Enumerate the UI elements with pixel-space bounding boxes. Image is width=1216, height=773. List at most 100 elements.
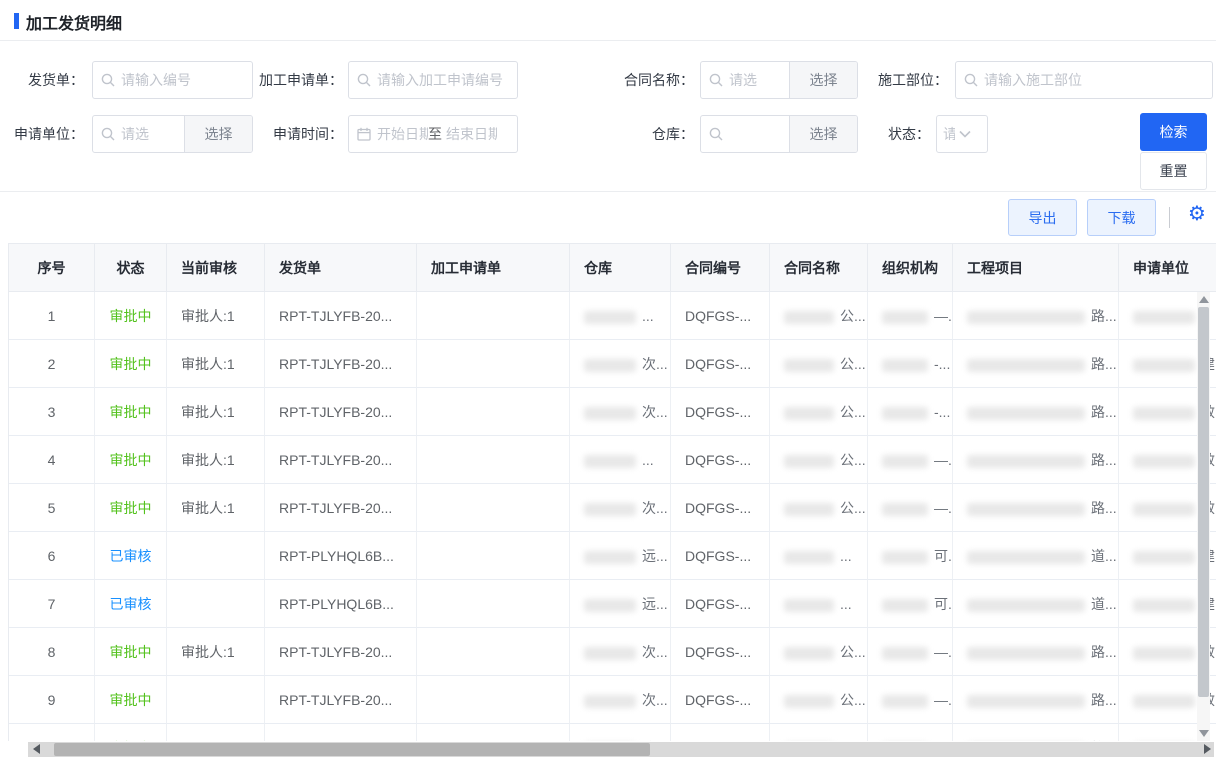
redacted-tail-text: 路... xyxy=(1091,308,1117,324)
redacted-text xyxy=(882,551,928,564)
redacted-text xyxy=(882,503,928,516)
table-row: 9审批中RPT-TJLYFB-20...次...DQFGS-...公...—..… xyxy=(9,676,1216,724)
scroll-up-arrow[interactable] xyxy=(1199,296,1209,303)
search-icon xyxy=(357,73,371,87)
warehouse-search-input[interactable] xyxy=(729,126,781,142)
contract-search-input[interactable] xyxy=(729,72,781,88)
table-cell-org: —... xyxy=(868,676,953,724)
table-cell-contract_name: ... xyxy=(770,532,868,580)
status-badge: 审批中 xyxy=(110,740,152,741)
table-cell-org: 可... xyxy=(868,580,953,628)
contract-select-button[interactable]: 选择 xyxy=(789,62,857,98)
redacted-text xyxy=(967,407,1085,420)
table-cell-status: 审批中 xyxy=(95,388,167,436)
calendar-icon xyxy=(357,127,371,141)
status-badge: 审批中 xyxy=(110,452,152,468)
table-cell-contract_name: 公... xyxy=(770,292,868,340)
table-cell-contract_no: DQFGS-... xyxy=(671,628,770,676)
scroll-right-arrow[interactable] xyxy=(1204,744,1211,754)
search-button[interactable]: 检索 xyxy=(1140,113,1207,151)
redacted-tail-text: —... xyxy=(934,500,953,516)
redacted-text xyxy=(967,359,1085,372)
table-cell-no: 6 xyxy=(9,532,95,580)
table-cell-contract_no: DQFGS... xyxy=(671,724,770,741)
redacted-text xyxy=(784,647,834,660)
unit-search-input[interactable] xyxy=(121,126,176,142)
redacted-text xyxy=(882,695,928,708)
table-row: 10审批中RPT-TJLYFB-20...改DQFGS...格... xyxy=(9,724,1216,741)
data-table: 序号状态当前审核发货单加工申请单仓库合同编号合同名称组织机构工程项目申请单位 1… xyxy=(8,243,1216,741)
start-date-placeholder: 开始日期 xyxy=(377,124,428,144)
table-cell-org: —... xyxy=(868,628,953,676)
redacted-tail-text: 路... xyxy=(1091,356,1117,372)
scroll-down-arrow[interactable] xyxy=(1199,730,1209,737)
shipment-search-input[interactable] xyxy=(121,72,244,88)
table-cell-project: 路... xyxy=(953,676,1119,724)
table-cell-contract_no: DQFGS-... xyxy=(671,484,770,532)
status-badge: 审批中 xyxy=(110,692,152,708)
table-cell-reviewer: 审批人:1 xyxy=(167,628,265,676)
horizontal-scrollbar-thumb[interactable] xyxy=(54,743,650,756)
column-header-no: 序号 xyxy=(9,244,95,292)
horizontal-scrollbar[interactable] xyxy=(28,742,1214,757)
status-badge: 已审核 xyxy=(110,596,152,612)
redacted-tail-text: 路... xyxy=(1091,452,1117,468)
redacted-text xyxy=(1133,311,1195,324)
location-filter-label: 施工部位： xyxy=(850,61,948,99)
table-cell-reviewer: 审批人:1 xyxy=(167,292,265,340)
table-cell-org: —... xyxy=(868,484,953,532)
scroll-left-arrow[interactable] xyxy=(33,744,40,754)
status-select[interactable]: 请选择 xyxy=(936,115,988,153)
processing-filter-label: 加工申请单： xyxy=(245,61,343,99)
table-cell-contract_no: DQFGS-... xyxy=(671,436,770,484)
redacted-tail-text: 次... xyxy=(642,500,668,516)
redacted-text xyxy=(1133,695,1195,708)
redacted-text xyxy=(584,503,636,516)
table-cell-no: 3 xyxy=(9,388,95,436)
table-cell-warehouse: ... xyxy=(570,292,671,340)
redacted-tail-text: 可... xyxy=(934,596,953,612)
table-cell-processing xyxy=(417,676,570,724)
redacted-tail-text: 次... xyxy=(642,644,668,660)
table-cell-no: 9 xyxy=(9,676,95,724)
redacted-text xyxy=(784,695,834,708)
redacted-tail-text: 次... xyxy=(642,356,668,372)
status-select-value: 请选择 xyxy=(943,124,955,144)
table-cell-contract_name: 公... xyxy=(770,676,868,724)
gear-icon[interactable]: ⚙ xyxy=(1186,203,1208,225)
table-cell-warehouse: 远... xyxy=(570,532,671,580)
redacted-text xyxy=(1133,599,1195,612)
processing-search-input[interactable] xyxy=(377,72,509,88)
redacted-tail-text: ... xyxy=(642,452,654,468)
table-cell-project: 路... xyxy=(953,388,1119,436)
redacted-tail-text: 次... xyxy=(642,404,668,420)
location-search-input[interactable] xyxy=(984,72,1204,88)
redacted-text xyxy=(967,455,1085,468)
table-cell-project: 路... xyxy=(953,628,1119,676)
table-cell-warehouse: 改 xyxy=(570,724,671,741)
table-body: 1审批中审批人:1RPT-TJLYFB-20......DQFGS-...公..… xyxy=(9,292,1216,741)
table-cell-warehouse: 次... xyxy=(570,388,671,436)
redacted-tail-text: ... xyxy=(840,596,852,612)
toolbar-divider xyxy=(1169,207,1170,228)
export-button[interactable]: 导出 xyxy=(1008,199,1077,236)
chevron-down-icon xyxy=(959,130,971,138)
table-cell-contract_name: ... xyxy=(770,580,868,628)
redacted-tail-text: 公... xyxy=(840,308,866,324)
table-cell-shipment: RPT-TJLYFB-20... xyxy=(265,628,417,676)
download-button[interactable]: 下载 xyxy=(1087,199,1156,236)
table-cell-status: 审批中 xyxy=(95,436,167,484)
unit-select-button[interactable]: 选择 xyxy=(184,116,252,152)
time-range-picker[interactable]: 开始日期 至 结束日期 xyxy=(348,115,518,153)
redacted-tail-text: 路... xyxy=(1091,404,1117,420)
redacted-text xyxy=(967,695,1085,708)
table-cell-shipment: RPT-TJLYFB-20... xyxy=(265,676,417,724)
table-row: 3审批中审批人:1RPT-TJLYFB-20...次...DQFGS-...公.… xyxy=(9,388,1216,436)
reset-button[interactable]: 重置 xyxy=(1140,152,1207,190)
redacted-text xyxy=(967,647,1085,660)
redacted-text xyxy=(784,503,834,516)
redacted-text xyxy=(1133,359,1195,372)
redacted-tail-text: 公... xyxy=(840,692,866,708)
unit-filter-group: 选择 xyxy=(92,115,253,153)
vertical-scrollbar-thumb[interactable] xyxy=(1198,307,1209,697)
